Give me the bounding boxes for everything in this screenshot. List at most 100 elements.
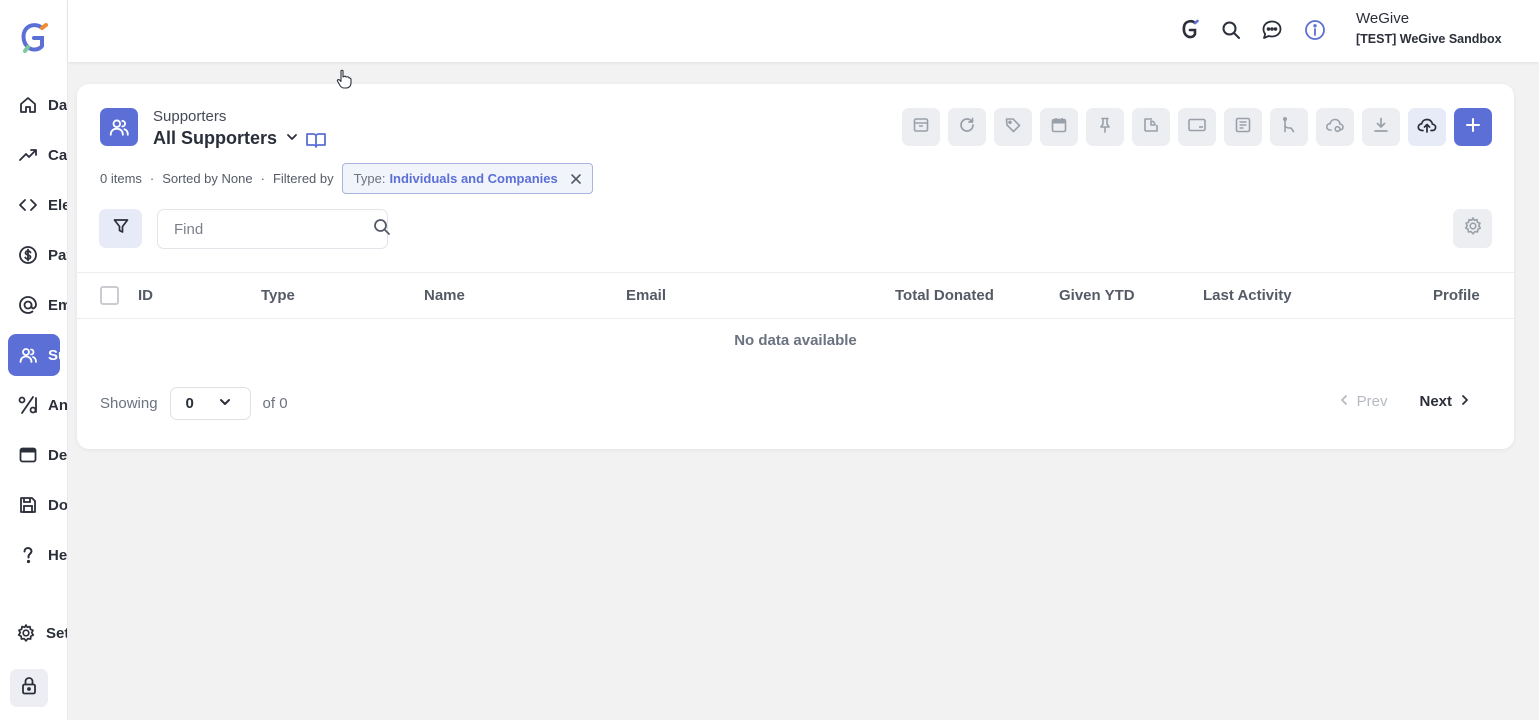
sidebar: Dashboard Campaigns Elements Payments Em… bbox=[0, 0, 68, 720]
lock-icon bbox=[20, 676, 38, 701]
monitor-icon bbox=[1187, 116, 1207, 139]
page-size-select[interactable]: 0 bbox=[169, 387, 251, 420]
showing-label: Showing bbox=[100, 395, 158, 412]
separator-dot: · bbox=[260, 171, 265, 186]
search-icon[interactable] bbox=[373, 218, 391, 241]
sidebar-item-label: Help bbox=[48, 546, 68, 564]
sidebar-item-label: Settings bbox=[46, 624, 67, 642]
report-button[interactable] bbox=[1132, 108, 1170, 146]
supporters-card: Supporters All Supporters 0 items · Sort… bbox=[77, 84, 1514, 449]
sidebar-item-settings[interactable]: Settings bbox=[6, 612, 67, 654]
filter-button[interactable] bbox=[99, 209, 142, 248]
display-button[interactable] bbox=[1178, 108, 1216, 146]
pie-chart-icon bbox=[1142, 116, 1160, 139]
pagination-nav: Prev Next bbox=[1339, 393, 1470, 410]
total-count: of 0 bbox=[262, 395, 288, 412]
sidebar-item-campaigns[interactable]: Campaigns bbox=[8, 134, 67, 176]
home-icon bbox=[8, 95, 48, 115]
next-label: Next bbox=[1419, 393, 1452, 410]
cloud-icon bbox=[1325, 116, 1345, 139]
plus-icon bbox=[1465, 117, 1481, 138]
sidebar-item-payments[interactable]: Payments bbox=[8, 234, 67, 276]
wegive-logo[interactable] bbox=[20, 22, 48, 54]
org-name: WeGive bbox=[1356, 10, 1410, 27]
add-supporter-button[interactable] bbox=[1454, 108, 1492, 146]
items-count: 0 items bbox=[100, 171, 142, 186]
sidebar-item-label: Payments bbox=[48, 246, 67, 264]
download-button[interactable] bbox=[1362, 108, 1400, 146]
sidebar-item-label: Supporters bbox=[48, 346, 68, 364]
merge-button[interactable] bbox=[1270, 108, 1308, 146]
supporters-header-icon bbox=[100, 108, 138, 146]
column-header-given-ytd[interactable]: Given YTD bbox=[1059, 287, 1135, 304]
refresh-button[interactable] bbox=[948, 108, 986, 146]
filter-chip-key: Type: bbox=[353, 171, 386, 186]
column-header-profile[interactable]: Profile bbox=[1433, 287, 1480, 304]
search-input[interactable] bbox=[174, 220, 373, 238]
pin-icon bbox=[1096, 116, 1114, 139]
archive-button[interactable] bbox=[902, 108, 940, 146]
table-header: ID Type Name Email Total Donated Given Y… bbox=[77, 272, 1514, 319]
sidebar-item-elements[interactable]: Elements bbox=[8, 184, 67, 226]
sidebar-item-analytics[interactable]: Analytics bbox=[8, 384, 67, 426]
sidebar-item-designer[interactable]: Designer bbox=[8, 434, 67, 476]
pin-button[interactable] bbox=[1086, 108, 1124, 146]
view-selector[interactable]: All Supporters bbox=[153, 128, 299, 149]
cloud-upload-icon bbox=[1416, 116, 1438, 139]
search-icon[interactable] bbox=[1219, 18, 1243, 42]
info-icon[interactable] bbox=[1303, 18, 1327, 42]
percent-icon bbox=[8, 395, 48, 415]
at-icon bbox=[8, 295, 48, 315]
top-bar: WeGive [TEST] WeGive Sandbox bbox=[68, 0, 1539, 62]
page-size-value: 0 bbox=[185, 395, 194, 412]
chat-icon[interactable] bbox=[1260, 18, 1284, 42]
org-subtitle: [TEST] WeGive Sandbox bbox=[1356, 32, 1502, 46]
select-all-checkbox[interactable] bbox=[100, 286, 119, 305]
next-button[interactable]: Next bbox=[1419, 393, 1470, 410]
toolbar bbox=[902, 108, 1492, 146]
calendar-button[interactable] bbox=[1040, 108, 1078, 146]
tag-button[interactable] bbox=[994, 108, 1032, 146]
notes-icon bbox=[1234, 116, 1252, 139]
dollar-icon bbox=[8, 245, 48, 265]
book-icon[interactable] bbox=[305, 130, 327, 155]
column-header-name[interactable]: Name bbox=[424, 287, 465, 304]
close-icon[interactable] bbox=[570, 173, 582, 185]
filter-icon bbox=[112, 217, 130, 240]
cloud-sync-button[interactable] bbox=[1316, 108, 1354, 146]
organization-switcher[interactable]: WeGive [TEST] WeGive Sandbox bbox=[1356, 10, 1502, 46]
upload-button[interactable] bbox=[1408, 108, 1446, 146]
filter-chip[interactable]: Type: Individuals and Companies bbox=[341, 163, 593, 194]
column-header-email[interactable]: Email bbox=[626, 287, 666, 304]
sort-status: Sorted by None bbox=[162, 171, 253, 186]
page-title: All Supporters bbox=[153, 128, 278, 148]
sidebar-item-emails[interactable]: Emails bbox=[8, 284, 67, 326]
separator-dot: · bbox=[149, 171, 155, 186]
gear-icon bbox=[6, 623, 46, 643]
prev-label: Prev bbox=[1356, 393, 1388, 410]
column-header-id[interactable]: ID bbox=[138, 287, 153, 304]
sidebar-item-documents[interactable]: Documents bbox=[8, 484, 67, 526]
breadcrumb: Supporters bbox=[153, 108, 227, 125]
save-icon bbox=[8, 495, 48, 515]
archive-icon bbox=[912, 116, 930, 139]
wegive-g-icon[interactable] bbox=[1178, 18, 1202, 42]
prev-button[interactable]: Prev bbox=[1339, 393, 1388, 410]
filter-chip-value: Individuals and Companies bbox=[389, 171, 558, 186]
sidebar-item-help[interactable]: Help bbox=[8, 534, 67, 576]
code-icon bbox=[8, 195, 48, 215]
table-settings-button[interactable] bbox=[1453, 209, 1492, 248]
column-header-last-activity[interactable]: Last Activity bbox=[1203, 287, 1292, 304]
empty-state-text: No data available bbox=[734, 332, 857, 349]
sidebar-item-supporters[interactable]: Supporters bbox=[8, 334, 67, 376]
sidebar-item-label: Designer bbox=[48, 446, 68, 464]
pagination-size: Showing 0 of 0 bbox=[100, 387, 288, 420]
sidebar-item-dashboard[interactable]: Dashboard bbox=[8, 84, 67, 126]
chevron-right-icon bbox=[1460, 393, 1470, 410]
notes-button[interactable] bbox=[1224, 108, 1262, 146]
lock-button[interactable] bbox=[10, 669, 48, 707]
column-header-type[interactable]: Type bbox=[261, 287, 295, 304]
refresh-icon bbox=[958, 116, 976, 139]
column-header-total-donated[interactable]: Total Donated bbox=[895, 287, 994, 304]
search-box bbox=[157, 209, 391, 249]
